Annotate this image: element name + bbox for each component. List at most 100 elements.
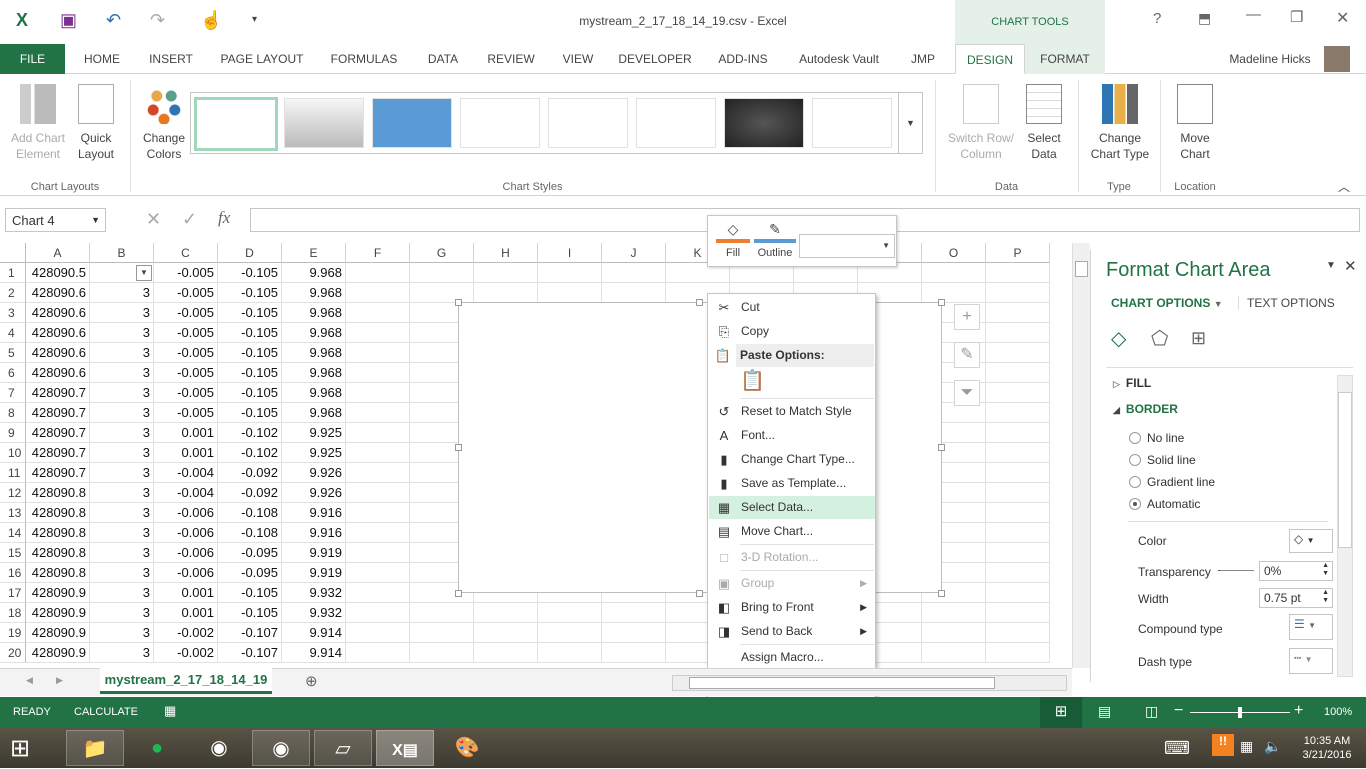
cell-A3[interactable]: 428090.6 [26, 303, 90, 323]
cell-D16[interactable]: -0.095 [218, 563, 282, 583]
cell-F2[interactable] [346, 283, 410, 303]
row-header[interactable]: 20 [0, 643, 26, 663]
cell-A8[interactable]: 428090.7 [26, 403, 90, 423]
pane-close-icon[interactable]: ✕ [1344, 257, 1357, 275]
cell-C9[interactable]: 0.001 [154, 423, 218, 443]
row-header[interactable]: 14 [0, 523, 26, 543]
cell-F14[interactable] [346, 523, 410, 543]
cell-A12[interactable]: 428090.8 [26, 483, 90, 503]
cell-F19[interactable] [346, 623, 410, 643]
cell-P10[interactable] [986, 443, 1050, 463]
cell-D17[interactable]: -0.105 [218, 583, 282, 603]
tab-jmp[interactable]: JMP [898, 44, 948, 74]
chart-filters-button[interactable]: ⏷ [954, 380, 980, 406]
menu-item-save-as-template[interactable]: ▮ Save as Template... [709, 472, 875, 495]
cell-F18[interactable] [346, 603, 410, 623]
row-header[interactable]: 6 [0, 363, 26, 383]
cell-A20[interactable]: 428090.9 [26, 643, 90, 663]
cell-E8[interactable]: 9.968 [282, 403, 346, 423]
border-section[interactable]: ◢ BORDER [1113, 402, 1178, 416]
cell-D9[interactable]: -0.102 [218, 423, 282, 443]
user-name[interactable]: Madeline Hicks [1215, 44, 1325, 74]
cell-E4[interactable]: 9.968 [282, 323, 346, 343]
paint-icon[interactable]: 🎨 [438, 730, 496, 766]
cell-F6[interactable] [346, 363, 410, 383]
spotify-icon[interactable]: ● [128, 730, 186, 766]
cell-F12[interactable] [346, 483, 410, 503]
cell-J20[interactable] [602, 643, 666, 663]
cell-F11[interactable] [346, 463, 410, 483]
cell-F7[interactable] [346, 383, 410, 403]
paste-keep-formatting-icon[interactable]: 📋 [740, 368, 765, 393]
dash-type-dropdown[interactable]: ┅ ▼ [1289, 648, 1333, 674]
cell-B8[interactable]: 3 [90, 403, 154, 423]
cell-P11[interactable] [986, 463, 1050, 483]
clock[interactable]: 10:35 AM 3/21/2016 [1292, 734, 1362, 762]
row-header[interactable]: 18 [0, 603, 26, 623]
user-avatar[interactable] [1324, 46, 1350, 72]
cell-D18[interactable]: -0.105 [218, 603, 282, 623]
cell-O2[interactable] [922, 283, 986, 303]
cell-D1[interactable]: -0.105 [218, 263, 282, 283]
cell-C20[interactable]: -0.002 [154, 643, 218, 663]
cell-B4[interactable]: 3 [90, 323, 154, 343]
column-header-P[interactable]: P [986, 243, 1050, 263]
cell-O18[interactable] [922, 603, 986, 623]
cell-E19[interactable]: 9.914 [282, 623, 346, 643]
cell-P16[interactable] [986, 563, 1050, 583]
quick-layout-button[interactable]: Quick Layout [70, 84, 122, 162]
effects-icon[interactable]: ⬠ [1151, 326, 1168, 351]
cell-P2[interactable] [986, 283, 1050, 303]
cell-C14[interactable]: -0.006 [154, 523, 218, 543]
cell-G2[interactable] [410, 283, 474, 303]
cell-H2[interactable] [474, 283, 538, 303]
resize-handle[interactable] [938, 444, 945, 451]
tab-autodesk-vault[interactable]: Autodesk Vault [790, 44, 888, 74]
row-header[interactable]: 13 [0, 503, 26, 523]
tab-design[interactable]: DESIGN [955, 44, 1025, 74]
cell-H1[interactable] [474, 263, 538, 283]
resize-handle[interactable] [696, 299, 703, 306]
notification-icon[interactable]: !! [1212, 734, 1234, 756]
column-header-O[interactable]: O [922, 243, 986, 263]
cell-F13[interactable] [346, 503, 410, 523]
column-header-G[interactable]: G [410, 243, 474, 263]
chart-style-1[interactable] [194, 97, 278, 151]
cell-F4[interactable] [346, 323, 410, 343]
cell-P13[interactable] [986, 503, 1050, 523]
move-chart-button[interactable]: Move Chart [1166, 84, 1224, 162]
cell-A11[interactable]: 428090.7 [26, 463, 90, 483]
cell-F15[interactable] [346, 543, 410, 563]
cell-E5[interactable]: 9.968 [282, 343, 346, 363]
cell-D6[interactable]: -0.105 [218, 363, 282, 383]
scroll-thumb[interactable] [689, 677, 995, 689]
cell-P9[interactable] [986, 423, 1050, 443]
cell-J19[interactable] [602, 623, 666, 643]
chart-style-4[interactable] [460, 98, 540, 148]
row-header[interactable]: 17 [0, 583, 26, 603]
cell-C16[interactable]: -0.006 [154, 563, 218, 583]
resize-handle[interactable] [938, 299, 945, 306]
cell-D8[interactable]: -0.105 [218, 403, 282, 423]
chart-options-tab[interactable]: CHART OPTIONS ▼ [1111, 296, 1223, 310]
fill-line-icon[interactable]: ◇ [1111, 326, 1126, 351]
cell-J1[interactable] [602, 263, 666, 283]
status-calculate[interactable]: CALCULATE [74, 706, 138, 718]
cell-E11[interactable]: 9.926 [282, 463, 346, 483]
tab-home[interactable]: HOME [70, 44, 134, 74]
cell-A17[interactable]: 428090.9 [26, 583, 90, 603]
cell-J2[interactable] [602, 283, 666, 303]
cell-D4[interactable]: -0.105 [218, 323, 282, 343]
cell-B20[interactable]: 3 [90, 643, 154, 663]
spinner-icon[interactable]: ▲ ▼ [1322, 589, 1329, 605]
cell-P17[interactable] [986, 583, 1050, 603]
cell-A15[interactable]: 428090.8 [26, 543, 90, 563]
cell-P12[interactable] [986, 483, 1050, 503]
cell-C11[interactable]: -0.004 [154, 463, 218, 483]
column-header-C[interactable]: C [154, 243, 218, 263]
cell-A10[interactable]: 428090.7 [26, 443, 90, 463]
cell-E6[interactable]: 9.968 [282, 363, 346, 383]
resize-handle[interactable] [696, 590, 703, 597]
chart-styles-button[interactable]: ✎ [954, 342, 980, 368]
compound-type-dropdown[interactable]: ☰ ▼ [1289, 614, 1333, 640]
